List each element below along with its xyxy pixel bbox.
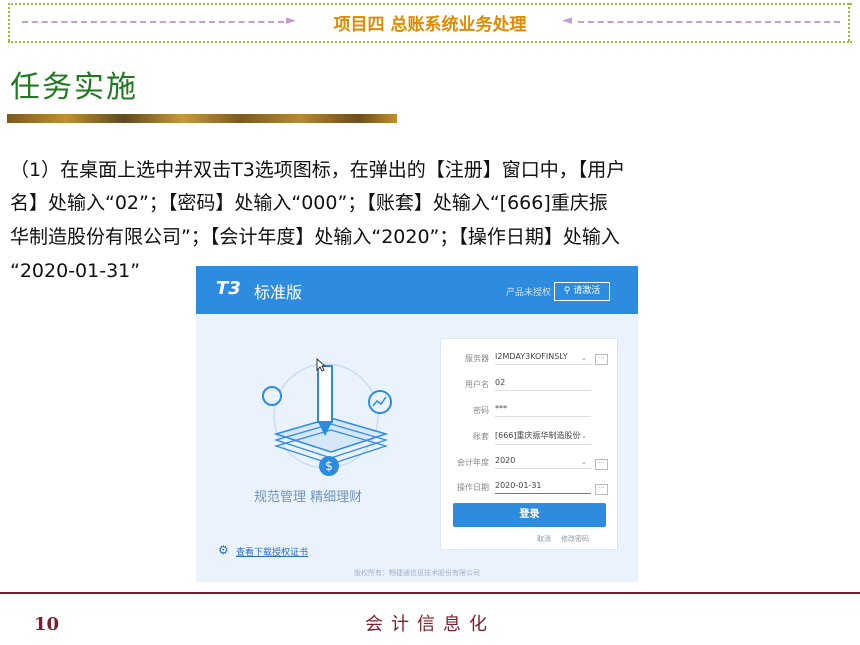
login-form: 服务器 I2MDAY3KOFINSLY ⌄ ··· 用户名 02 密码 *** … <box>440 338 618 550</box>
activate-label: 请激活 <box>573 286 601 296</box>
gear-icon: ⚙ <box>218 543 229 557</box>
copyright-text: 版权所有：畅捷通信息技术股份有限公司 <box>354 569 480 577</box>
t3-logo: T3 <box>216 278 241 299</box>
date-browse-button[interactable]: ··· <box>595 484 608 495</box>
login-button[interactable]: 登录 <box>453 503 606 527</box>
server-field[interactable]: I2MDAY3KOFINSLY <box>495 352 591 365</box>
finance-illustration: $ <box>262 363 392 476</box>
server-label: 服务器 <box>465 354 489 363</box>
arrow-left-icon: ◄ <box>562 13 572 28</box>
change-password-link[interactable]: 修改密码 <box>561 534 589 544</box>
server-browse-button[interactable]: ··· <box>595 354 608 365</box>
download-cert-link[interactable]: 查看下载授权证书 <box>236 545 308 558</box>
task-title: 任务实施 <box>10 70 138 105</box>
key-icon: ⚲ <box>563 286 571 296</box>
year-browse-button[interactable]: ··· <box>595 459 608 470</box>
unlicensed-text: 产品未授权 <box>506 288 552 298</box>
mouse-cursor-icon <box>316 358 326 372</box>
banner-bottom-border <box>8 41 852 43</box>
date-label: 操作日期 <box>457 483 489 492</box>
activate-button[interactable]: ⚲ 请激活 <box>554 282 610 301</box>
paragraph-line-2: 名】处输入“02”；【密码】处输入“000”；【账套】处输入“[666]重庆振 <box>10 192 608 214</box>
chevron-down-icon[interactable]: ⌄ <box>581 354 587 362</box>
pen-icon <box>317 365 333 423</box>
svg-text:$: $ <box>325 459 333 473</box>
date-field[interactable]: 2020-01-31 <box>495 481 591 494</box>
slogan: 规范管理 精细理财 <box>254 490 363 505</box>
clock-icon <box>262 386 282 406</box>
year-field[interactable]: 2020 <box>495 456 591 469</box>
year-label: 会计年度 <box>457 458 489 467</box>
paragraph-line-3: 华制造股份有限公司”；【会计年度】处输入“2020”；【操作日期】处输入 <box>10 226 620 248</box>
cancel-link[interactable]: 取消 <box>537 534 551 544</box>
password-field[interactable]: *** <box>495 404 591 417</box>
task-title-underline <box>7 114 397 123</box>
footer-divider <box>0 592 860 594</box>
banner-dash-right <box>578 21 840 23</box>
account-field[interactable]: [666]重庆振华制造股份 <box>495 430 591 445</box>
chart-icon <box>368 390 392 414</box>
chevron-down-icon[interactable]: ⌄ <box>581 432 587 440</box>
account-label: 账套 <box>473 432 489 441</box>
t3-header: T3 标准版 产品未授权 ⚲ 请激活 <box>196 266 638 314</box>
paragraph-line-1: （1）在桌面上选中并双击T3选项图标，在弹出的【注册】窗口中，【用户 <box>10 159 626 181</box>
footer-title: 会计信息化 <box>365 614 495 635</box>
user-label: 用户名 <box>465 380 489 389</box>
chevron-down-icon[interactable]: ⌄ <box>581 458 587 466</box>
banner-top-border <box>8 3 852 5</box>
user-field[interactable]: 02 <box>495 378 591 391</box>
t3-login-window: T3 标准版 产品未授权 ⚲ 请激活 $ 规范管理 精细理财 ⚙ 查看下载授权证… <box>196 266 638 582</box>
t3-edition: 标准版 <box>254 283 303 302</box>
password-label: 密码 <box>473 406 489 415</box>
